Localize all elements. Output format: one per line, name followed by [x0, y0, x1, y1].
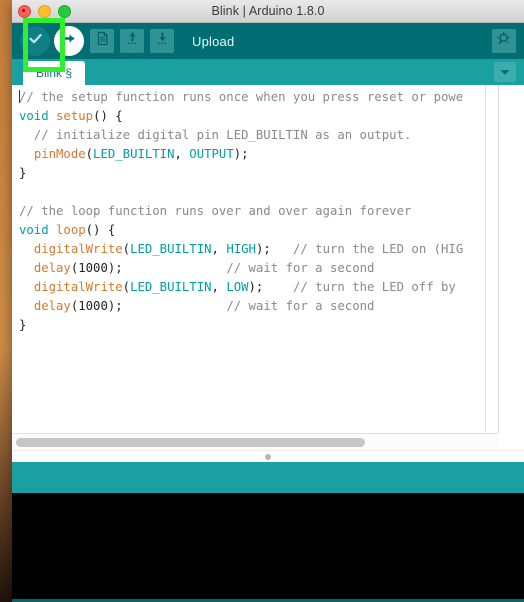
- new-sketch-button[interactable]: [90, 29, 114, 53]
- up-arrow-open-icon: [125, 31, 140, 51]
- code-token: pinMode: [33, 147, 86, 161]
- code-token: // wait for a second: [226, 299, 375, 313]
- serial-monitor-button[interactable]: [492, 29, 516, 53]
- source-code[interactable]: // the setup function runs once when you…: [12, 85, 498, 335]
- code-token: (: [85, 147, 94, 161]
- code-token: );: [255, 242, 293, 256]
- code-token: digitalWrite: [33, 280, 123, 294]
- code-token: // turn the LED off by: [292, 280, 456, 294]
- code-token: );: [107, 261, 227, 275]
- console-output[interactable]: [12, 493, 524, 599]
- code-token: delay: [33, 299, 71, 313]
- code-token: );: [107, 299, 227, 313]
- save-sketch-button[interactable]: [150, 29, 174, 53]
- code-token: }: [19, 166, 27, 180]
- code-token: // wait for a second: [226, 261, 375, 275]
- title-bar: Blink | Arduino 1.8.0: [12, 0, 524, 23]
- code-token: LED_BUILTIN: [93, 147, 175, 161]
- code-token: // initialize digital pin LED_BUILTIN as…: [19, 128, 412, 142]
- chevron-down-icon: [499, 63, 511, 81]
- code-token: );: [233, 147, 249, 161]
- zoom-window-button[interactable]: [58, 4, 71, 18]
- right-arrow-icon: [60, 29, 79, 53]
- down-arrow-save-icon: [155, 31, 170, 51]
- code-token: ,: [211, 280, 227, 294]
- close-window-button[interactable]: [18, 4, 31, 18]
- code-token: (: [122, 280, 131, 294]
- code-token: }: [19, 318, 27, 332]
- checkmark-icon: [27, 30, 44, 52]
- toolbar-action-label: Upload: [192, 33, 235, 49]
- code-token: 1000: [78, 261, 108, 275]
- code-token: void: [19, 223, 57, 237]
- code-token: (: [122, 242, 131, 256]
- tab-menu-button[interactable]: [494, 62, 516, 82]
- code-token: OUTPUT: [189, 147, 234, 161]
- minimize-window-button[interactable]: [38, 4, 51, 18]
- splitter-handle[interactable]: [265, 453, 271, 460]
- code-token: );: [248, 280, 293, 294]
- editor-horizontal-scrollbar[interactable]: [12, 433, 498, 450]
- open-sketch-button[interactable]: [120, 29, 144, 53]
- upload-button[interactable]: [54, 26, 84, 56]
- window-title: Blink | Arduino 1.8.0: [211, 4, 325, 18]
- code-token: // the loop function runs over and over …: [19, 204, 412, 218]
- code-token: () {: [85, 223, 116, 237]
- tab-blink[interactable]: Blink §: [23, 60, 86, 85]
- window-controls: [18, 0, 71, 22]
- main-toolbar: Upload: [12, 23, 524, 59]
- editor-console-splitter[interactable]: [12, 450, 524, 462]
- new-file-icon: [95, 31, 110, 51]
- code-token: ,: [211, 242, 227, 256]
- code-token: LOW: [226, 280, 249, 294]
- code-token: // the setup function runs once when you…: [19, 90, 464, 104]
- code-token: () {: [93, 109, 123, 123]
- code-token: // turn the LED on (HIG: [292, 242, 464, 256]
- code-token: loop: [56, 223, 86, 237]
- code-token: 1000: [78, 299, 108, 313]
- code-editor[interactable]: // the setup function runs once when you…: [12, 85, 499, 433]
- magnifier-serial-monitor-icon: [496, 31, 512, 52]
- verify-button[interactable]: [20, 26, 50, 56]
- sketch-tab-bar: Blink §: [12, 59, 524, 85]
- editor-right-gutter: [485, 85, 498, 433]
- code-token: LED_BUILTIN: [130, 280, 212, 294]
- code-token: LED_BUILTIN: [130, 242, 212, 256]
- code-token: digitalWrite: [33, 242, 123, 256]
- code-token: delay: [33, 261, 71, 275]
- code-token: void: [19, 109, 57, 123]
- code-token: ,: [174, 147, 190, 161]
- code-token: HIGH: [226, 242, 256, 256]
- scrollbar-thumb[interactable]: [16, 437, 365, 447]
- code-token: setup: [56, 109, 94, 123]
- compile-status-strip: [12, 462, 524, 493]
- arduino-ide-window: Blink | Arduino 1.8.0 Upload Blink § // …: [12, 0, 524, 602]
